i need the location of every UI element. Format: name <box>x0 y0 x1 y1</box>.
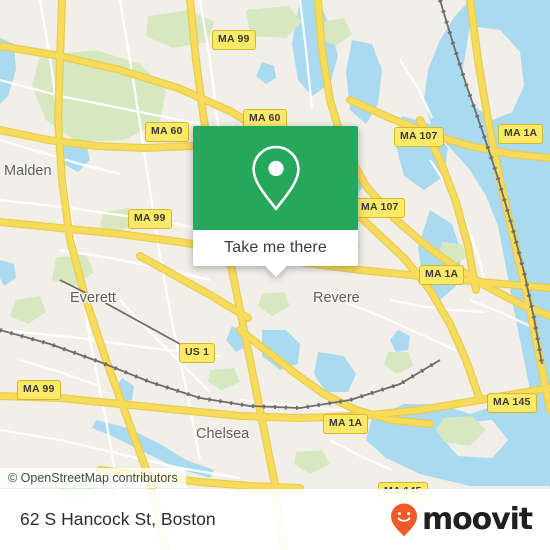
road-shield-ma-1a-north: MA 1A <box>498 124 544 144</box>
road-shield-ma-1a-mid: MA 1A <box>419 265 465 285</box>
place-label-everett: Everett <box>70 290 116 306</box>
map-pin-icon <box>251 145 300 211</box>
place-label-revere: Revere <box>313 290 360 306</box>
road-shield-ma-145-east: MA 145 <box>487 393 537 413</box>
moovit-wordmark: moovit <box>421 501 533 537</box>
callout-tail-pointer <box>265 266 287 277</box>
road-shield-ma-99-north: MA 99 <box>212 30 256 50</box>
road-shield-ma-1a-south: MA 1A <box>323 414 369 434</box>
road-shield-ma-107-mid: MA 107 <box>355 198 405 218</box>
place-label-malden: Malden <box>4 163 52 179</box>
road-shield-ma-60-west: MA 60 <box>145 122 189 142</box>
bottom-info-bar: 62 S Hancock St, Boston moovit <box>0 489 550 550</box>
moovit-map-screenshot: Malden Everett Revere Chelsea MA 99 MA 6… <box>0 0 550 550</box>
road-shield-ma-107-north: MA 107 <box>394 127 444 147</box>
osm-attribution[interactable]: © OpenStreetMap contributors <box>0 468 186 488</box>
road-shield-ma-99-mid: MA 99 <box>128 209 172 229</box>
moovit-smiley-pin-icon <box>390 503 417 536</box>
road-shield-ma-99-south: MA 99 <box>17 380 61 400</box>
place-label-chelsea: Chelsea <box>196 426 250 442</box>
take-me-there-button[interactable]: Take me there <box>193 230 358 266</box>
callout-pin-area <box>193 126 358 230</box>
take-me-there-label: Take me there <box>224 239 327 256</box>
location-callout-card[interactable]: Take me there <box>193 126 358 277</box>
moovit-brand: moovit <box>389 501 533 538</box>
road-shield-us-1: US 1 <box>179 343 216 363</box>
address-label: 62 S Hancock St, Boston <box>20 509 216 529</box>
